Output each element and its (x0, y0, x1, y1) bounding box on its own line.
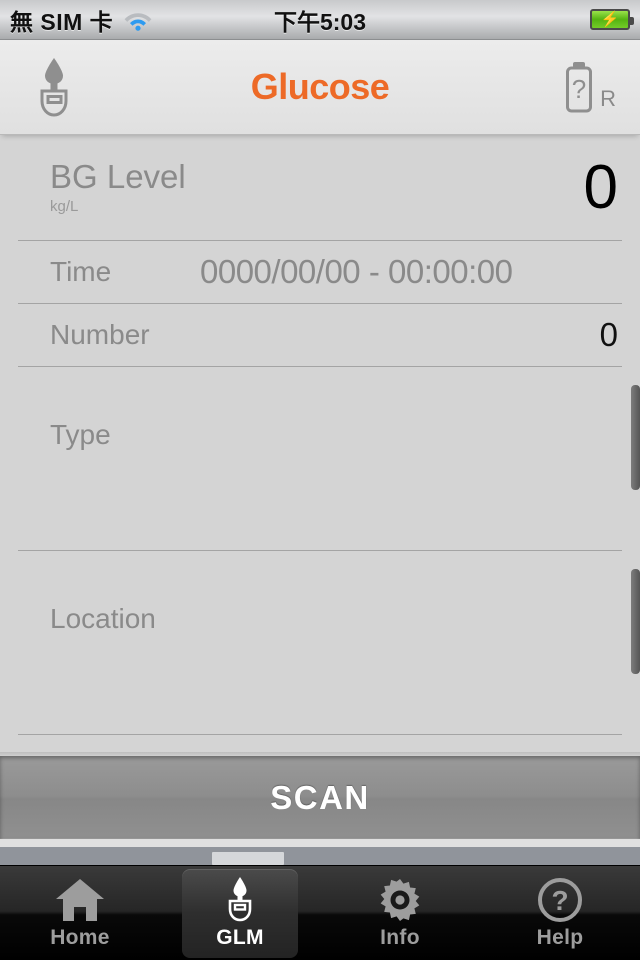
divider (18, 240, 622, 241)
status-bar-right: ⚡ (590, 9, 634, 30)
gear-icon (376, 876, 424, 924)
tab-help[interactable]: ? Help (480, 866, 640, 960)
battery-range-label: R (600, 86, 616, 111)
time-value: 0000/00/00 - 00:00:00 (200, 253, 513, 290)
bg-level-value: 0 (583, 152, 618, 222)
scan-section: SCAN (0, 752, 640, 865)
type-picker[interactable]: Type (0, 367, 640, 551)
question-circle-icon: ? (536, 876, 584, 924)
bg-level-row[interactable]: BG Level kg/L 0 (0, 135, 640, 240)
tab-home-label: Home (50, 926, 110, 949)
tab-info[interactable]: Info (320, 866, 480, 960)
time-label: Time (50, 256, 112, 287)
readings-panel: BG Level kg/L 0 Time 0000/00/00 - 00:00:… (0, 135, 640, 752)
lightning-bolt-glyph: ⚡ (600, 11, 620, 28)
number-row[interactable]: Number 0 (0, 304, 640, 366)
scan-button-label: SCAN (270, 778, 370, 816)
svg-text:?: ? (551, 885, 568, 916)
number-value: 0 (599, 316, 618, 353)
status-bar-left: 無 SIM 卡 (10, 3, 153, 37)
glucose-meter-icon[interactable] (24, 52, 84, 122)
status-bar: 無 SIM 卡 下午5:03 ⚡ (0, 0, 640, 40)
tab-home[interactable]: Home (0, 866, 160, 960)
tab-bar: Home GLM Info ? Help (0, 865, 640, 960)
carrier-label: 無 SIM 卡 (10, 8, 114, 35)
glucose-meter-icon (220, 876, 260, 924)
divider (18, 734, 622, 735)
location-scrollbar[interactable] (631, 569, 640, 674)
svg-text:?: ? (572, 74, 586, 104)
battery-status-indicator[interactable]: ? R (562, 60, 616, 114)
time-row[interactable]: Time 0000/00/00 - 00:00:00 (0, 241, 640, 303)
battery-charging-icon: ⚡ (590, 9, 634, 30)
app-root: 無 SIM 卡 下午5:03 ⚡ Glucose ? R BG Level kg… (0, 0, 640, 960)
location-picker[interactable]: Location (0, 551, 640, 735)
divider (18, 303, 622, 304)
tab-info-label: Info (380, 926, 420, 949)
bg-level-unit: kg/L (50, 197, 79, 215)
page-indicator-thumb[interactable] (212, 852, 284, 865)
scan-button[interactable]: SCAN (0, 756, 640, 839)
wifi-icon (123, 9, 153, 31)
home-icon (54, 876, 106, 924)
page-indicator[interactable] (0, 839, 640, 865)
bg-level-label: BG Level (50, 158, 186, 196)
tab-glm[interactable]: GLM (160, 866, 320, 960)
nav-bar: Glucose ? R (0, 40, 640, 135)
bg-level-labels: BG Level kg/L (50, 160, 186, 215)
battery-unknown-icon: ? (562, 60, 596, 114)
type-scrollbar[interactable] (631, 385, 640, 490)
tab-glm-label: GLM (216, 926, 264, 949)
tab-help-label: Help (536, 926, 584, 949)
location-label: Location (50, 603, 156, 634)
type-label: Type (50, 419, 111, 450)
page-title: Glucose (250, 66, 390, 107)
number-label: Number (50, 319, 150, 350)
